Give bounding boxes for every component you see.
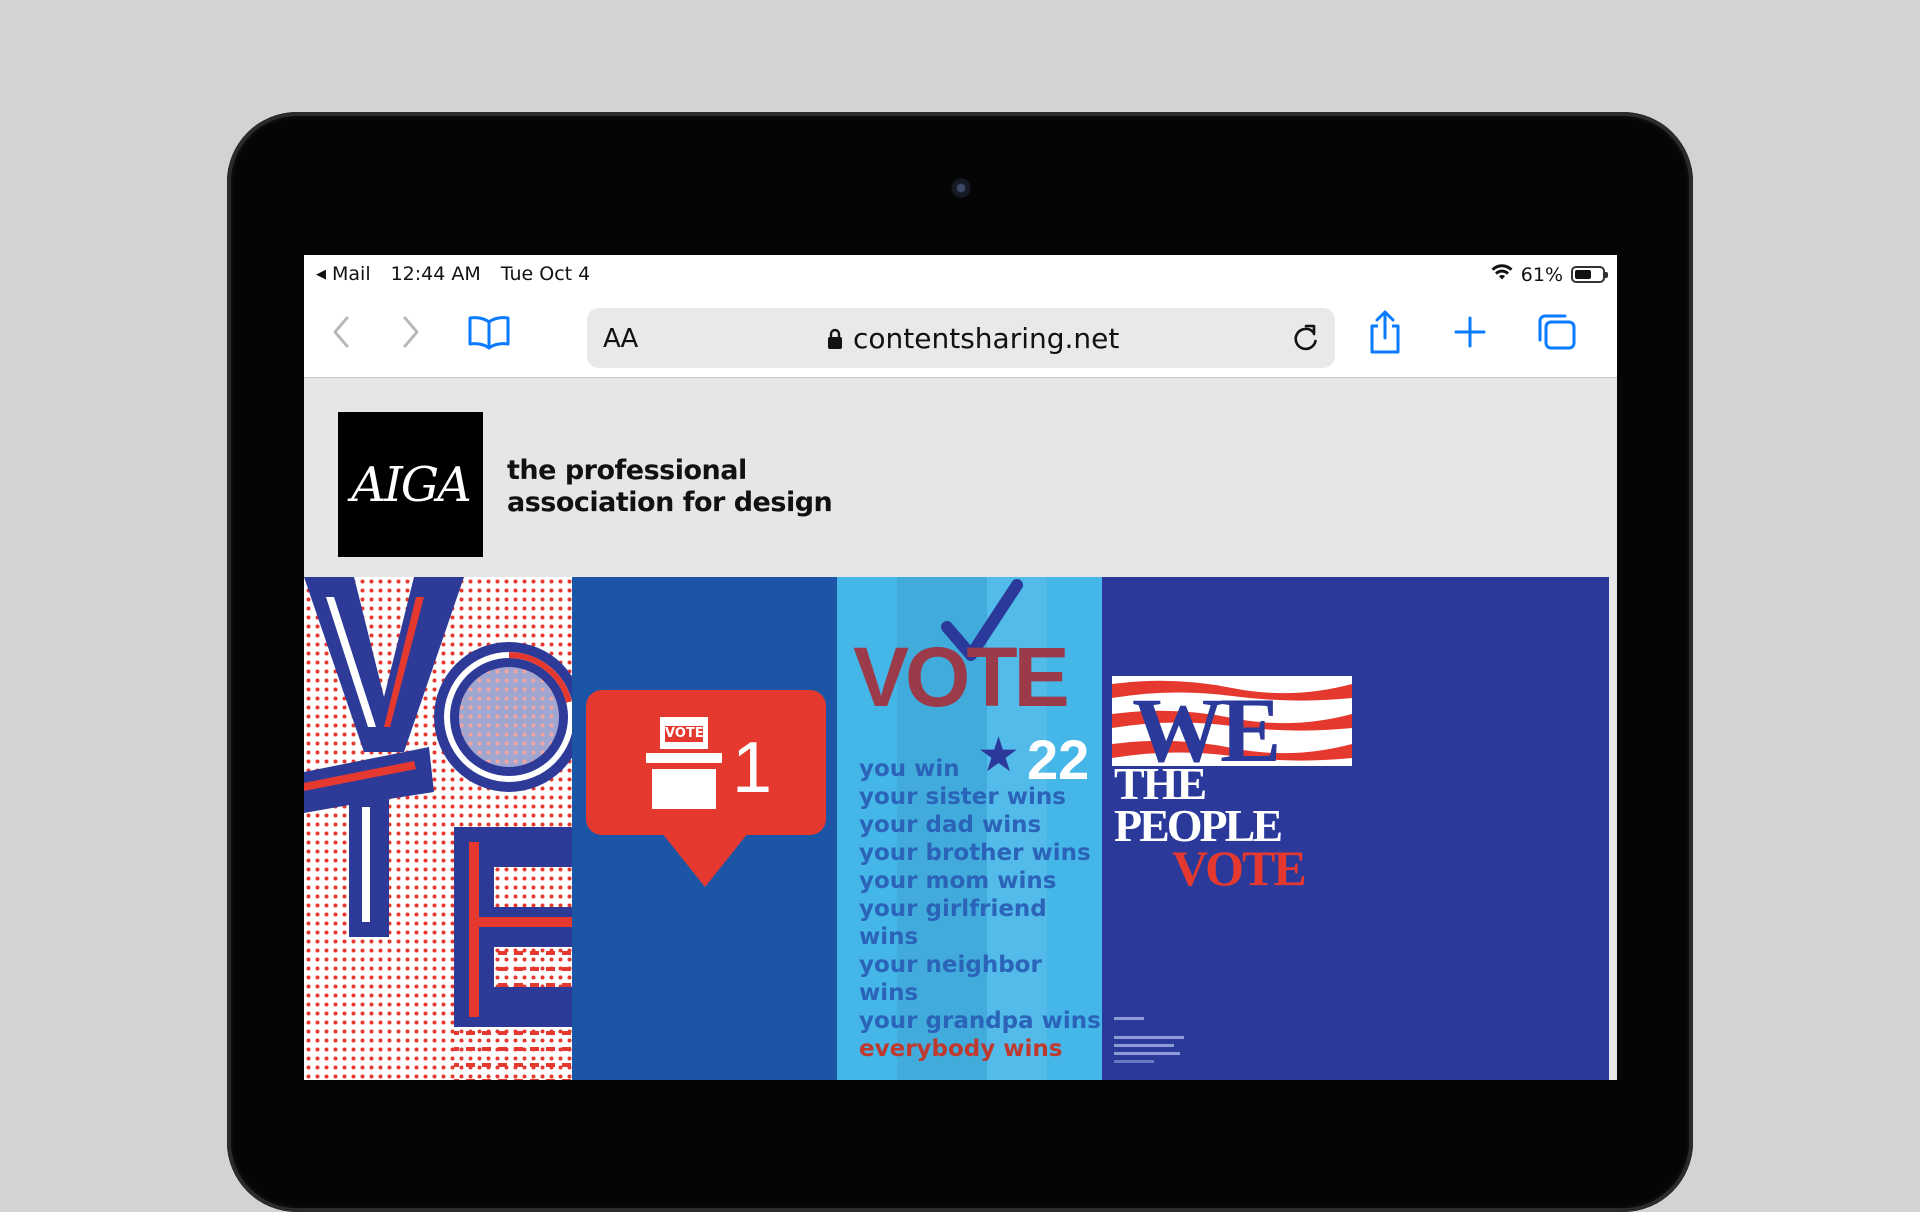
poster-vote-notification[interactable]: VOTE 1 <box>572 577 837 1080</box>
poster-line: your neighbor wins <box>859 952 1042 1006</box>
status-bar: ◀ Mail 12:44 AM Tue Oct 4 61% <box>304 255 1617 291</box>
browser-toolbar: AA contentsharing.net <box>304 291 1617 378</box>
share-button[interactable] <box>1362 309 1408 355</box>
notification-count: 1 <box>732 728 773 808</box>
status-date: Tue Oct 4 <box>500 263 591 285</box>
poster-line: your grandpa wins <box>859 1008 1101 1034</box>
poster-vote-22-headline: VOTE <box>853 630 1070 724</box>
ballot-box-label: VOTE <box>665 726 704 742</box>
ipad-screen: ◀ Mail 12:44 AM Tue Oct 4 61% AA content… <box>304 255 1617 1080</box>
chevron-right-icon <box>403 316 419 348</box>
new-tab-button[interactable] <box>1447 309 1493 355</box>
tagline-line-1: the professional <box>507 455 747 486</box>
battery-icon <box>1571 266 1608 283</box>
poster-we-the-people[interactable]: WE THE PEOPLE VOTE <box>1102 577 1367 1080</box>
reload-icon <box>1294 324 1317 351</box>
poster-line: your mom wins <box>859 868 1057 894</box>
address-bar[interactable]: AA contentsharing.net <box>587 308 1335 368</box>
poster-line: your dad wins <box>859 812 1042 838</box>
fine-print-block <box>1114 1017 1194 1063</box>
lock-icon <box>828 328 842 349</box>
book-icon <box>468 316 510 350</box>
text-size-button[interactable]: AA <box>603 324 638 354</box>
gallery-edge <box>1367 577 1609 1080</box>
back-to-app-link[interactable]: ◀ Mail <box>316 263 371 285</box>
battery-fill <box>1575 270 1591 279</box>
notification-pointer <box>662 833 748 887</box>
poster-line: everybody wins <box>859 1036 1063 1062</box>
aiga-logo[interactable]: AIGA <box>338 412 483 557</box>
poster-line: your sister wins <box>859 784 1066 810</box>
tagline: the professional association for design <box>507 455 833 519</box>
chevron-left-icon <box>333 316 349 348</box>
poster-we-the-people-line-4: VOTE <box>1172 840 1307 896</box>
tagline-line-2: association for design <box>507 487 833 518</box>
poster-vote-22[interactable]: VOTE ★ 22 you win your sister wins your … <box>837 577 1102 1080</box>
poster-line: you win <box>859 756 960 782</box>
poster-vote-22-lines: you win your sister wins your dad wins y… <box>859 755 1102 1063</box>
plus-icon <box>1454 316 1486 348</box>
reload-button[interactable] <box>1287 320 1323 356</box>
bookmarks-button[interactable] <box>466 309 512 355</box>
poster-line: your girlfriend wins <box>859 896 1047 950</box>
wifi-icon <box>1491 263 1513 286</box>
status-time: 12:44 AM <box>390 263 481 285</box>
poster-vote-dots-art <box>304 577 572 1080</box>
back-app-label: Mail <box>332 263 371 285</box>
aiga-logo-text: AIGA <box>351 456 472 513</box>
web-page: AIGA the professional association for de… <box>304 378 1617 1080</box>
poster-gallery: VOTE 1 VOTE ★ 22 you win your sister win… <box>304 577 1609 1080</box>
poster-vote-dots[interactable] <box>304 577 572 1080</box>
url-display[interactable]: contentsharing.net <box>827 322 1119 355</box>
url-text: contentsharing.net <box>853 322 1120 355</box>
camera-icon <box>951 178 971 198</box>
forward-button[interactable] <box>388 309 434 355</box>
back-button[interactable] <box>318 309 364 355</box>
tabs-overview-button[interactable] <box>1534 309 1580 355</box>
back-triangle-icon: ◀ <box>316 266 326 282</box>
poster-line: your brother wins <box>859 840 1091 866</box>
battery-percent: 61% <box>1520 263 1563 286</box>
tabs-icon <box>1538 314 1576 350</box>
share-icon <box>1370 310 1400 354</box>
ballot-box-icon: VOTE <box>646 717 722 811</box>
